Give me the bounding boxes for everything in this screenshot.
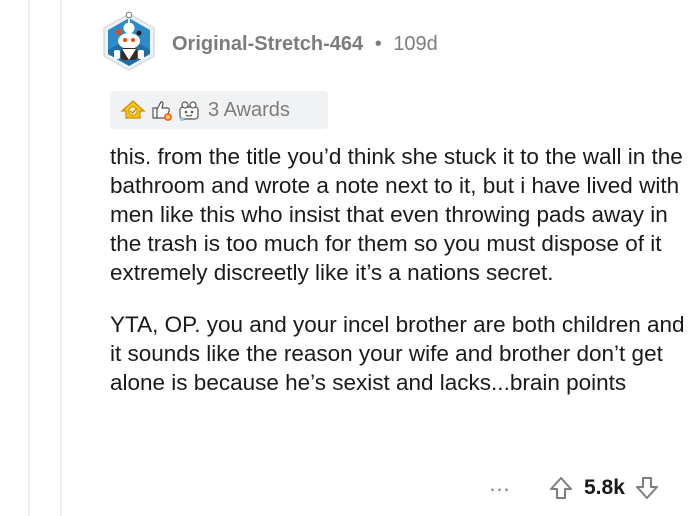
upvote-arrow-icon[interactable]	[548, 475, 574, 501]
thread-line-outer[interactable]	[28, 0, 30, 516]
silver-award-icon	[176, 98, 202, 122]
author-avatar[interactable]	[100, 8, 158, 72]
comment-meta: Original-Stretch-464 • 109d	[172, 31, 438, 57]
thread-line-inner[interactable]	[60, 0, 62, 516]
more-options-icon[interactable]: ...	[486, 473, 514, 501]
comment-actions: ... 5.8k	[486, 473, 660, 502]
meta-separator: •	[374, 33, 382, 55]
comment-age: 109d	[393, 33, 438, 55]
awards-count: 3 Awards	[208, 98, 290, 121]
comment-body: this. from the title you’d think she stu…	[110, 142, 685, 420]
vote-score: 5.8k	[584, 476, 625, 499]
awards-bar[interactable]: 3 Awards	[110, 91, 328, 129]
comment-paragraph: this. from the title you’d think she stu…	[110, 144, 683, 285]
wholesome-award-icon	[148, 98, 174, 122]
gold-award-icon	[120, 98, 146, 122]
comment-paragraph: YTA, OP. you and your incel brother are …	[110, 312, 685, 395]
snoo-avatar-icon	[103, 11, 155, 71]
downvote-arrow-icon[interactable]	[634, 475, 660, 501]
author-username[interactable]: Original-Stretch-464	[172, 33, 363, 55]
